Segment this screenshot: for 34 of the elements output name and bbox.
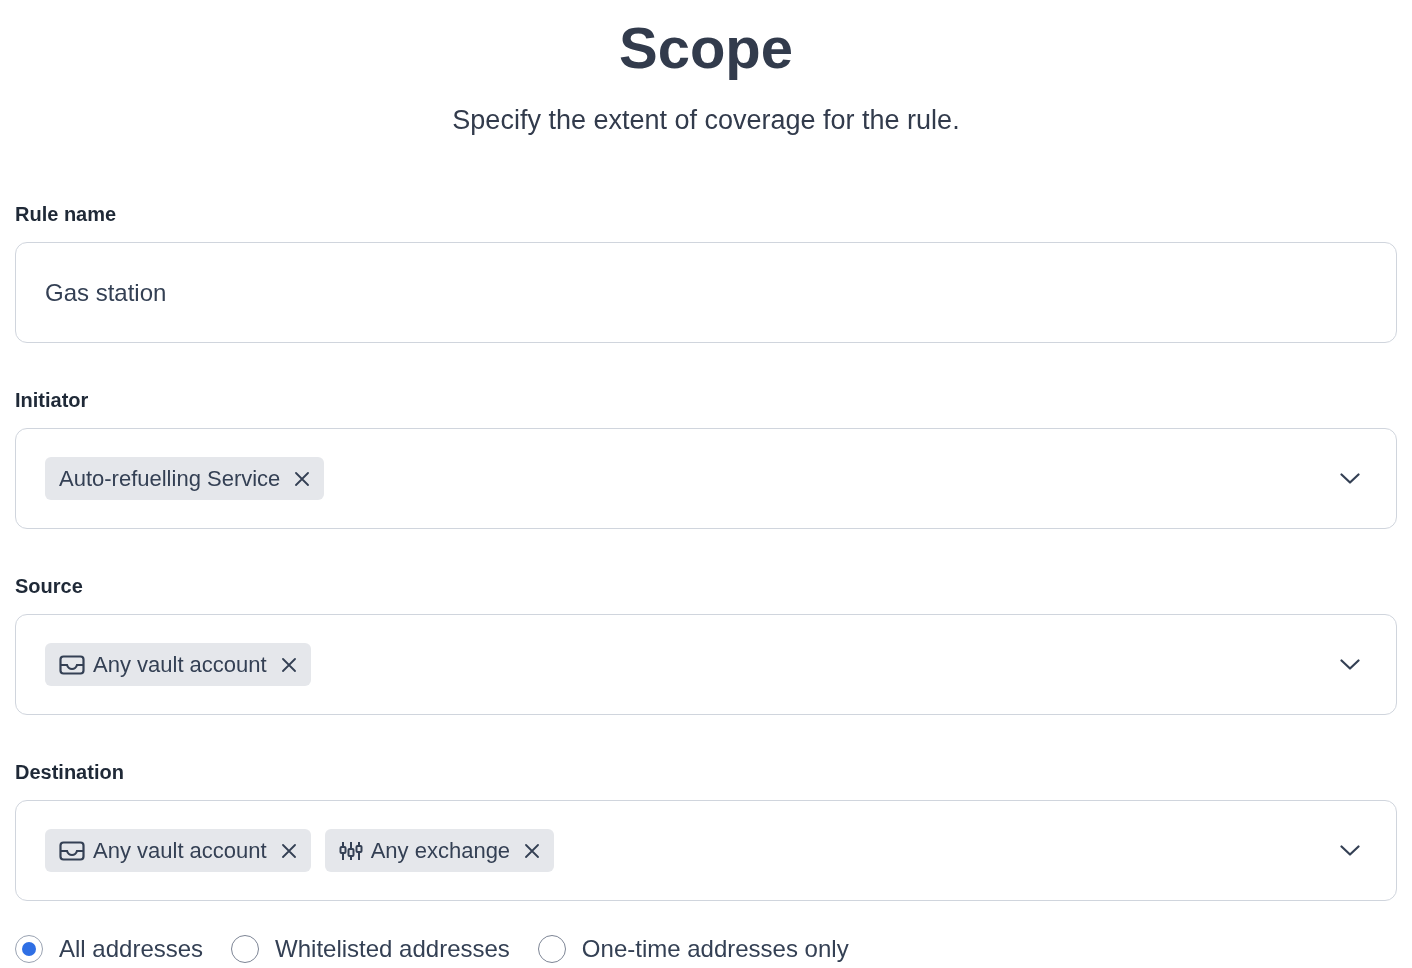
radio-label: Whitelisted addresses	[275, 934, 510, 964]
chevron-down-icon	[1340, 845, 1360, 856]
radio-label: One-time addresses only	[581, 934, 849, 964]
remove-button[interactable]	[524, 842, 541, 859]
radio-button[interactable]	[15, 935, 43, 963]
tag-label: Auto-refuelling Service	[59, 464, 281, 493]
tray-icon	[59, 840, 85, 861]
remove-button[interactable]	[280, 656, 297, 673]
radio-button[interactable]	[231, 935, 260, 963]
page-subtitle: Specify the extent of coverage for the rule.	[452, 104, 960, 137]
field-label: Initiator	[15, 388, 90, 413]
field-label: Source	[15, 574, 84, 599]
remove-button[interactable]	[294, 470, 311, 487]
radio-label: All addresses	[59, 934, 204, 964]
tag-label: Any exchange	[370, 836, 511, 865]
tag-label: Any vault account	[93, 650, 267, 679]
remove-button[interactable]	[280, 842, 297, 859]
tray-icon	[59, 654, 85, 675]
candlestick-icon	[338, 840, 363, 861]
multi-select-field[interactable]: Auto-refuelling Service	[15, 428, 1397, 529]
text-input[interactable]: Gas station	[15, 242, 1397, 343]
close-icon	[281, 843, 296, 858]
field-label: Destination	[15, 760, 125, 785]
page-title: Scope	[618, 14, 794, 81]
chevron-down-icon	[1340, 473, 1360, 484]
radio-button[interactable]	[537, 935, 566, 963]
multi-select-field[interactable]: Any vault account	[15, 614, 1397, 715]
chevron-down-icon	[1340, 659, 1360, 670]
close-icon	[525, 843, 540, 858]
tag-label: Any vault account	[93, 836, 267, 865]
close-icon	[281, 657, 296, 672]
close-icon	[295, 471, 310, 486]
multi-select-field[interactable]: Any vault account Any exchange	[15, 800, 1397, 901]
field-label: Rule name	[15, 202, 118, 227]
